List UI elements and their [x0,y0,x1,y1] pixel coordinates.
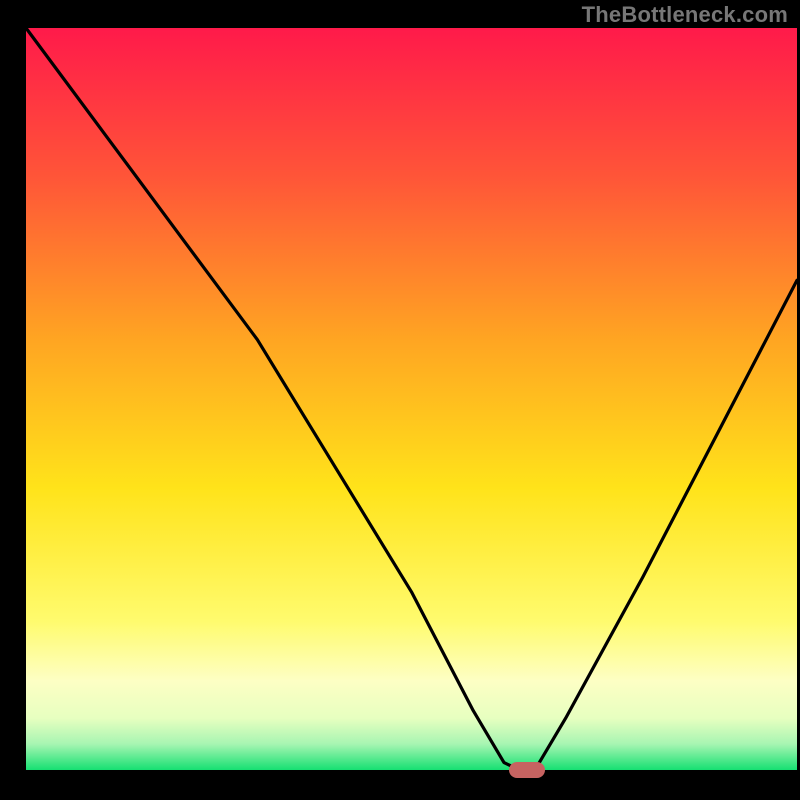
optimal-marker [509,762,545,778]
watermark-text: TheBottleneck.com [582,2,788,28]
chart-canvas: TheBottleneck.com [0,0,800,800]
plot-background [26,28,797,770]
chart-svg [0,0,800,800]
